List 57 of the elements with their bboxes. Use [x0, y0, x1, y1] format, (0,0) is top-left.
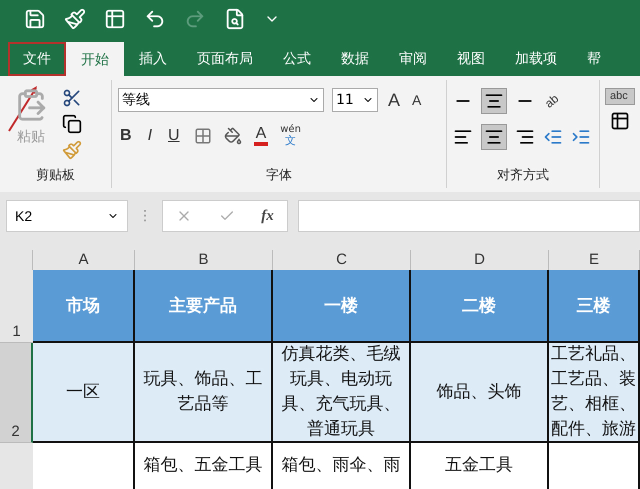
ribbon-tab[interactable]: 视图	[442, 42, 500, 76]
ribbon-tab[interactable]: 审阅	[384, 42, 442, 76]
group-label: 对齐方式	[496, 167, 550, 184]
shrink-font-button[interactable]: A	[410, 93, 424, 107]
ribbon-tab[interactable]: 页面布局	[182, 42, 268, 76]
fill-color-icon[interactable]	[224, 126, 242, 145]
table-cell: 仿真花类、毛绒玩具、电动玩具、充气玩具、普通玩具	[273, 343, 411, 443]
insert-function-button[interactable]: fx	[261, 208, 274, 224]
column-header[interactable]: A	[33, 250, 135, 270]
column-header[interactable]: D	[411, 250, 549, 270]
name-box[interactable]: K2	[6, 200, 128, 232]
table-cell: 二楼	[411, 270, 549, 343]
table-cell: 玩具、饰品、工艺品等	[135, 343, 273, 443]
formula-field[interactable]	[298, 200, 640, 232]
group-label: 字体	[265, 167, 293, 184]
font-name-field[interactable]: 等线	[118, 88, 324, 112]
table-cell: 一区	[33, 343, 135, 443]
font-color-button[interactable]: A	[254, 126, 268, 146]
wrap-text-button[interactable]: abc	[605, 88, 635, 105]
ribbon-tab[interactable]: 数据	[326, 42, 384, 76]
ribbon-tab[interactable]: 开始	[66, 42, 124, 76]
table-cell: 一楼	[273, 270, 411, 343]
phonetic-button[interactable]: wén 文	[280, 124, 301, 148]
table-cell: 工艺礼品、工艺品、装艺、相框、配件、旅游	[549, 343, 640, 443]
undo-icon[interactable]	[144, 8, 166, 30]
bold-button[interactable]: B	[118, 128, 134, 144]
middle-align-button[interactable]	[481, 88, 507, 114]
scissors-icon[interactable]	[62, 88, 82, 108]
ribbon-tab[interactable]: 加载项	[500, 42, 572, 76]
column-header[interactable]: E	[549, 250, 640, 270]
font-size-field[interactable]: 11	[332, 88, 378, 112]
table-cell: 主要产品	[135, 270, 273, 343]
save-icon[interactable]	[24, 8, 46, 30]
row-header[interactable]: 2	[0, 343, 33, 443]
ribbon-tab[interactable]: 帮	[572, 42, 616, 76]
paintbrush-icon[interactable]	[64, 8, 86, 30]
table-cell: 饰品、头饰	[411, 343, 549, 443]
copy-icon[interactable]	[62, 114, 82, 134]
table-cell: 市场	[33, 270, 135, 343]
column-header[interactable]: B	[135, 250, 273, 270]
table-cell: 三楼	[549, 270, 640, 343]
center-button[interactable]	[481, 124, 507, 150]
column-header[interactable]: C	[273, 250, 411, 270]
underline-button[interactable]: U	[166, 128, 182, 144]
grip-handle: ⋮	[138, 207, 152, 226]
group-label: 剪贴板	[35, 167, 76, 184]
ribbon-tab[interactable]: 公式	[268, 42, 326, 76]
borders-icon[interactable]	[194, 126, 212, 145]
ribbon-tab[interactable]: 文件	[8, 42, 66, 76]
row-header[interactable]: 1	[0, 270, 33, 343]
orientation-button[interactable]: ab	[541, 90, 562, 112]
form-icon[interactable]	[104, 8, 126, 30]
grow-font-button[interactable]: A	[386, 91, 402, 109]
ribbon-tab[interactable]: 插入	[124, 42, 182, 76]
print-preview-icon[interactable]	[224, 8, 246, 30]
merge-icon[interactable]	[610, 111, 630, 131]
italic-button[interactable]: I	[146, 128, 154, 144]
